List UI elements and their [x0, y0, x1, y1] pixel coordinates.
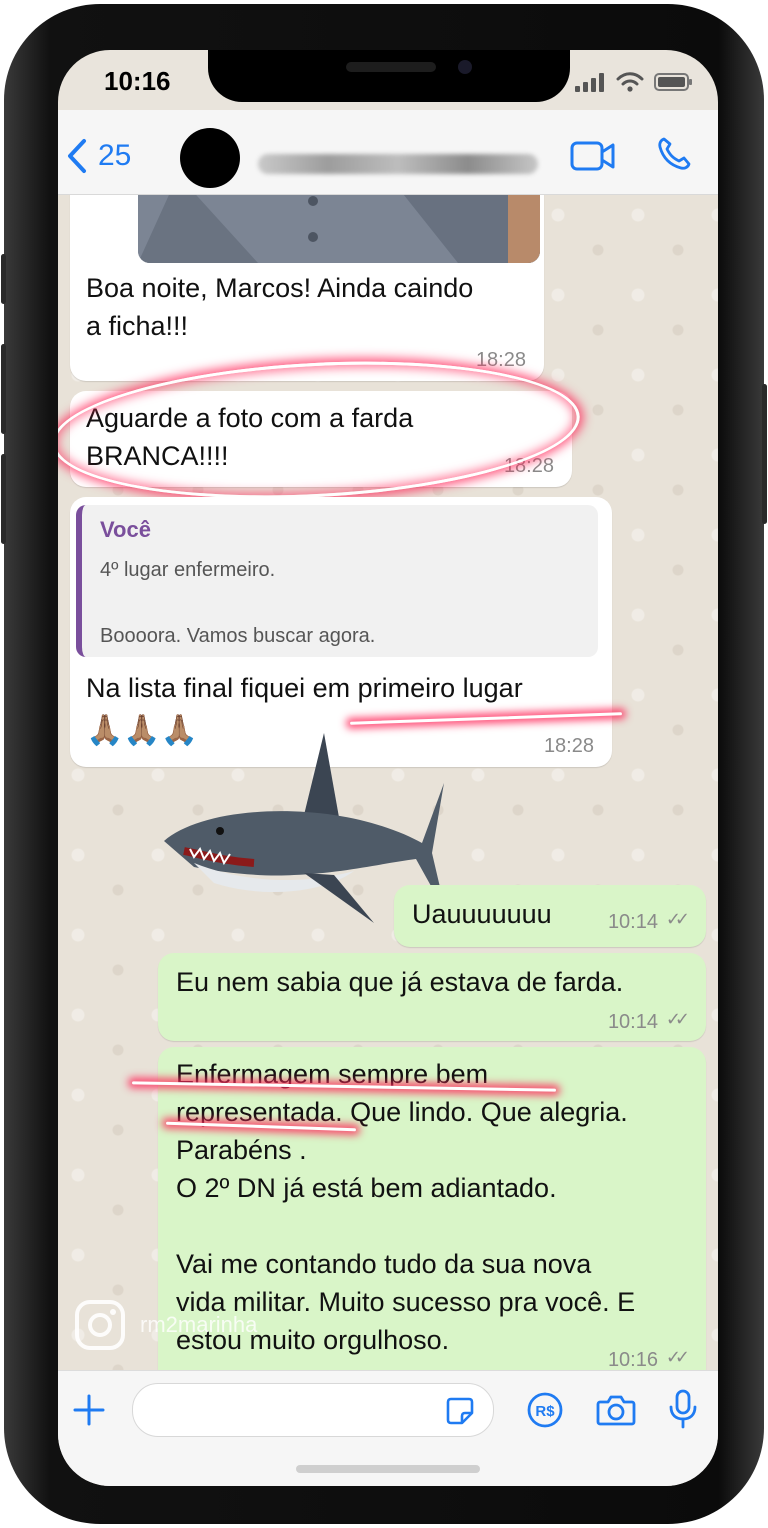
- status-icons: [574, 70, 694, 94]
- home-indicator: [296, 1465, 480, 1473]
- volume-up-button: [1, 344, 6, 434]
- phone-frame: 25 10:16 Boa noite, Marcos! Ainda caindo…: [1, 4, 767, 1524]
- quote-author: Você: [100, 517, 151, 542]
- screen: 25 10:16 Boa noite, Marcos! Ainda caindo…: [58, 50, 718, 1486]
- quote-text-line2: Boooora. Vamos buscar agora.: [100, 625, 376, 647]
- add-icon[interactable]: [72, 1393, 106, 1427]
- instagram-icon: [75, 1300, 125, 1350]
- back-button[interactable]: 25: [66, 138, 131, 174]
- message-time: 10:16: [607, 1349, 658, 1370]
- instagram-watermark: rm2marinha: [74, 1299, 257, 1351]
- message-text: Eu nem sabia que já estava de farda.: [176, 967, 624, 997]
- quote-text-line1: 4º lugar enfermeiro.: [100, 559, 276, 581]
- avatar[interactable]: [180, 128, 240, 188]
- mute-switch: [1, 254, 6, 304]
- message-outgoing[interactable]: Eu nem sabia que já estava de farda. 10:…: [158, 953, 706, 1041]
- power-button: [762, 384, 767, 524]
- wifi-icon: [616, 72, 644, 92]
- unread-count: 25: [98, 139, 132, 172]
- message-time: 10:14: [607, 1011, 658, 1033]
- status-bar: 10:16: [58, 50, 718, 106]
- microphone-icon[interactable]: [668, 1389, 698, 1429]
- notch: [208, 50, 570, 102]
- sticker-icon[interactable]: [445, 1396, 475, 1426]
- chat-area[interactable]: Boa noite, Marcos! Ainda caindo a ficha!…: [58, 195, 718, 1370]
- read-ticks-icon: ✓✓: [665, 909, 690, 929]
- volume-down-button: [1, 454, 6, 544]
- video-call-icon[interactable]: [570, 140, 616, 172]
- message-text: Boa noite, Marcos! Ainda caindo a ficha!…: [86, 273, 474, 341]
- chat-header: 25: [58, 110, 718, 195]
- speaker-grille: [346, 62, 436, 72]
- message-text: Na lista final fiquei em primeiro lugar: [86, 673, 523, 703]
- message-text: Uauuuuuuu: [412, 899, 552, 929]
- quoted-message[interactable]: Você 4º lugar enfermeiro. Boooora. Vamos…: [76, 505, 598, 657]
- message-outgoing[interactable]: Uauuuuuuu 10:14 ✓✓: [394, 885, 706, 947]
- back-chevron-icon: [68, 139, 86, 173]
- signal-icon: [575, 73, 604, 92]
- clock: 10:16: [104, 66, 171, 96]
- payment-icon[interactable]: R$: [526, 1391, 564, 1429]
- photo-image: [138, 195, 540, 263]
- message-incoming[interactable]: Boa noite, Marcos! Ainda caindo a ficha!…: [70, 195, 544, 381]
- battery-icon: [654, 73, 692, 91]
- message-input[interactable]: [151, 1384, 455, 1436]
- phone-call-icon[interactable]: [656, 136, 692, 172]
- message-time: 18:28: [475, 349, 526, 371]
- read-ticks-icon: ✓✓: [665, 1009, 690, 1029]
- front-camera: [458, 60, 472, 74]
- contact-name-blurred[interactable]: [258, 154, 538, 174]
- composer-bar: R$: [58, 1370, 718, 1486]
- photo-attachment[interactable]: [138, 195, 540, 263]
- svg-text:R$: R$: [535, 1403, 555, 1420]
- camera-icon[interactable]: [596, 1393, 636, 1427]
- read-ticks-icon: ✓✓: [665, 1347, 690, 1367]
- watermark-handle: rm2marinha: [140, 1312, 258, 1337]
- message-time: 18:28: [543, 735, 594, 757]
- message-time: 10:14: [607, 911, 658, 933]
- message-input-wrapper[interactable]: [132, 1383, 494, 1437]
